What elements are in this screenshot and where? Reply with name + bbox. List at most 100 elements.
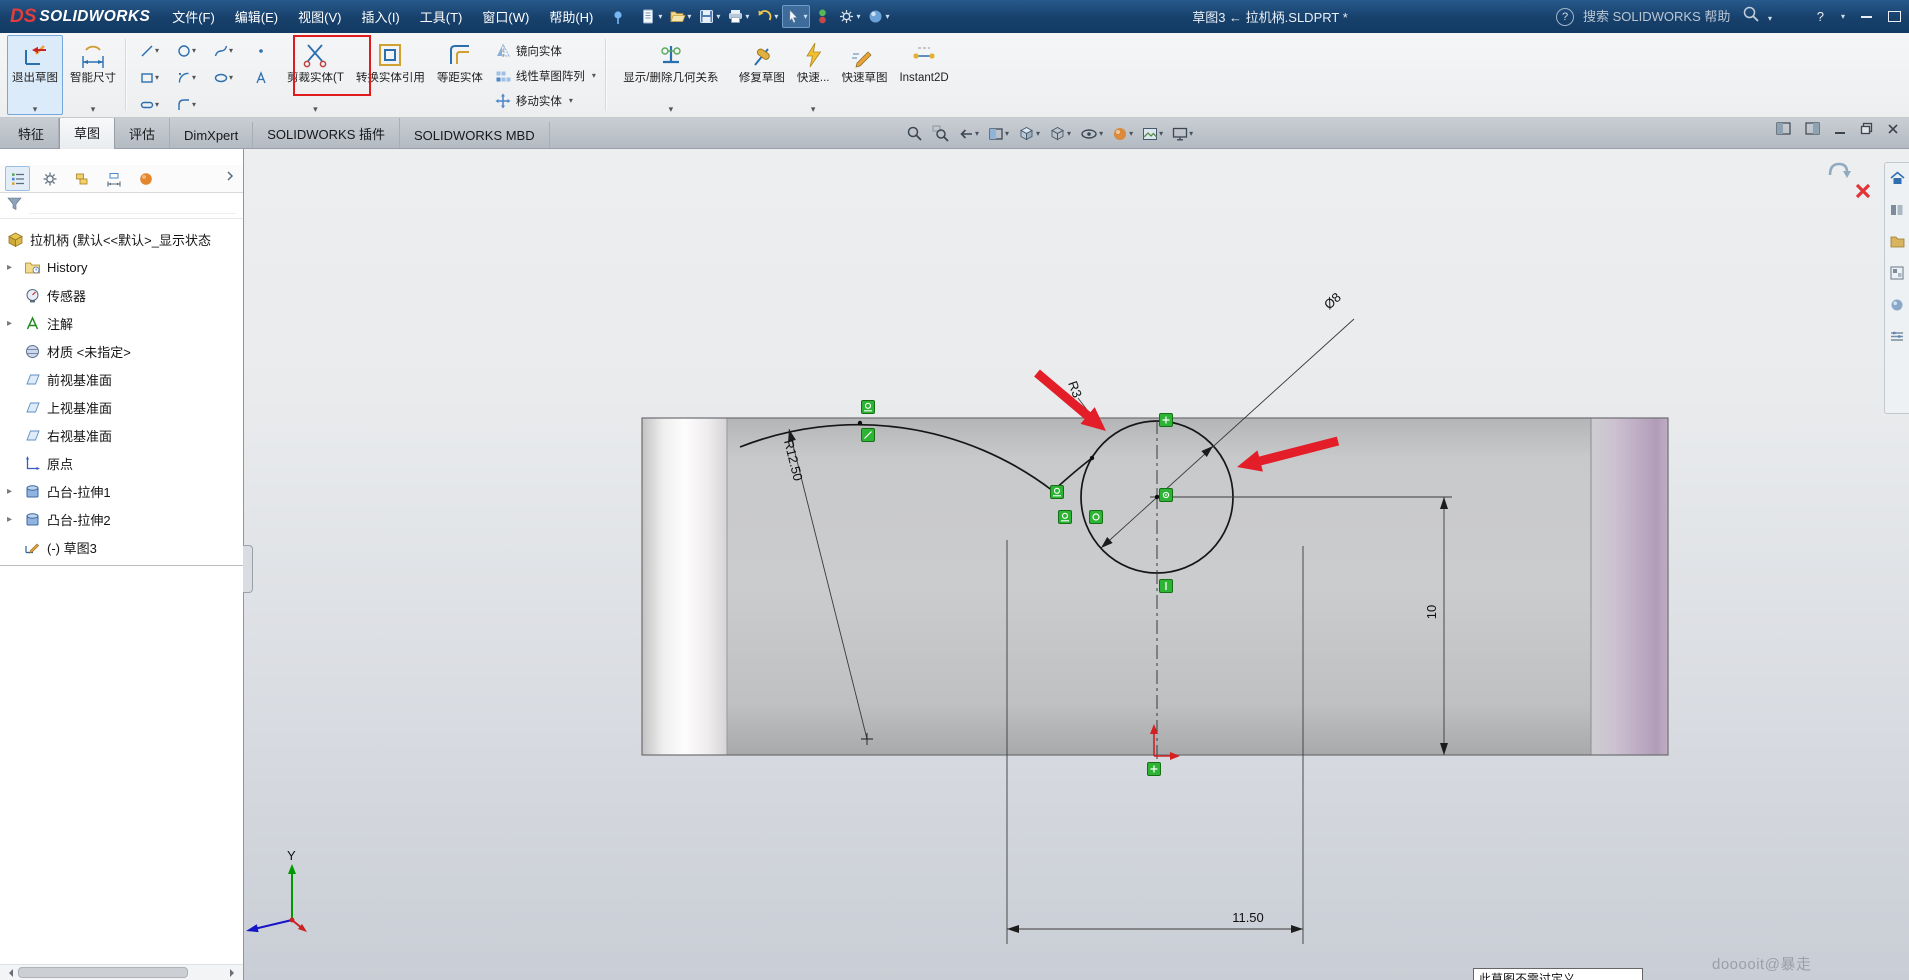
cancel-sketch-icon[interactable]	[1854, 182, 1872, 205]
featuremanager-tab[interactable]	[5, 166, 30, 191]
resources-home-icon[interactable]	[1890, 171, 1905, 190]
menu-insert[interactable]: 插入(I)	[351, 0, 409, 34]
tab-evaluate[interactable]: 评估	[115, 118, 170, 148]
previous-view-icon[interactable]	[955, 121, 982, 146]
tree-root-part[interactable]: 拉机柄 (默认<<默认>_显示状态	[0, 225, 243, 253]
linear-sketch-pattern-button[interactable]: 线性草图阵列	[495, 63, 596, 88]
exit-sketch-button[interactable]: 退出草图	[7, 35, 63, 115]
search-scope-caret[interactable]	[1767, 8, 1772, 26]
doc-restore-icon[interactable]	[1860, 122, 1873, 140]
tab-features[interactable]: 特征	[4, 118, 59, 148]
appearances-scenes-icon[interactable]	[1890, 298, 1904, 317]
panel-expand-icon[interactable]	[222, 168, 238, 189]
tile-pane-right-icon[interactable]	[1805, 122, 1820, 140]
tree-item-sketch3[interactable]: (-) 草图3	[0, 533, 243, 561]
view-orientation-icon[interactable]	[1015, 121, 1043, 146]
configurationmanager-tab[interactable]	[69, 166, 94, 191]
search-input[interactable]	[1581, 8, 1735, 25]
arc-tool-button[interactable]	[168, 64, 205, 91]
move-entities-button[interactable]: 移动实体	[495, 88, 596, 113]
spline-tool-button[interactable]	[205, 37, 242, 64]
apply-scene-icon[interactable]	[1139, 121, 1166, 146]
open-document-button[interactable]	[666, 5, 694, 28]
help-caret[interactable]	[1840, 12, 1845, 21]
display-delete-relations-button[interactable]: 显示/删除几何关系	[610, 35, 732, 115]
tree-item-boss-extrude1[interactable]: 凸台-拉伸1	[0, 477, 243, 505]
search-icon[interactable]	[1742, 5, 1760, 28]
ellipse-tool-button[interactable]	[205, 64, 242, 91]
trim-entities-button[interactable]: 剪裁实体(T	[282, 35, 349, 115]
tree-item-annotations[interactable]: 注解	[0, 309, 243, 337]
tab-sketch[interactable]: 草图	[59, 116, 115, 149]
options-button[interactable]	[835, 5, 863, 28]
text-tool-button[interactable]	[242, 64, 279, 91]
tree-item-origin[interactable]: 原点	[0, 449, 243, 477]
design-library-icon[interactable]	[1890, 203, 1904, 222]
view-palette-icon[interactable]	[1890, 266, 1904, 285]
displaymanager-tab[interactable]	[133, 166, 158, 191]
display-style-icon[interactable]	[1046, 121, 1074, 146]
appearance-button[interactable]	[864, 5, 892, 28]
slot-tool-button[interactable]	[131, 91, 168, 118]
tree-horizontal-scrollbar[interactable]	[0, 964, 243, 980]
quick-snaps-button[interactable]: 快速...	[792, 35, 835, 115]
propertymanager-tab[interactable]	[37, 166, 62, 191]
save-button[interactable]	[695, 5, 723, 28]
zoom-area-icon[interactable]	[929, 121, 952, 146]
mirror-entities-button[interactable]: 镜向实体	[495, 38, 596, 63]
tree-item-history[interactable]: History	[0, 253, 243, 281]
tab-dimxpert[interactable]: DimXpert	[170, 122, 253, 148]
convert-entities-button[interactable]: 转换实体引用	[351, 35, 430, 115]
section-view-icon[interactable]	[985, 121, 1012, 146]
tree-item-top-plane[interactable]: 上视基准面	[0, 393, 243, 421]
print-button[interactable]	[724, 5, 752, 28]
file-explorer-icon[interactable]	[1890, 235, 1905, 253]
graphics-viewport[interactable]	[0, 149, 1909, 980]
tree-item-right-plane[interactable]: 右视基准面	[0, 421, 243, 449]
instant2d-button[interactable]: Instant2D	[894, 35, 953, 115]
undo-button[interactable]	[753, 5, 781, 28]
circle-tool-button[interactable]	[168, 37, 205, 64]
tree-item-sensors[interactable]: 传感器	[0, 281, 243, 309]
tree-item-front-plane[interactable]: 前视基准面	[0, 365, 243, 393]
dimxpertmanager-tab[interactable]	[101, 166, 126, 191]
line-tool-button[interactable]	[131, 37, 168, 64]
hide-show-icon[interactable]	[1077, 121, 1106, 146]
point-tool-button[interactable]	[242, 37, 279, 64]
tab-addins[interactable]: SOLIDWORKS 插件	[253, 118, 400, 148]
edit-appearance-icon[interactable]	[1109, 121, 1136, 146]
tab-mbd[interactable]: SOLIDWORKS MBD	[400, 122, 550, 148]
exit-sketch-confirm-icon[interactable]	[1826, 171, 1852, 188]
tree-item-boss-extrude2[interactable]: 凸台-拉伸2	[0, 505, 243, 533]
menu-help[interactable]: 帮助(H)	[539, 0, 603, 34]
fillet-tool-button[interactable]	[168, 91, 205, 118]
scrollbar-thumb[interactable]	[18, 967, 188, 978]
zoom-fit-icon[interactable]	[903, 121, 926, 146]
smart-dimension-button[interactable]: 智能尺寸	[65, 35, 121, 115]
scroll-left-icon[interactable]	[5, 969, 13, 977]
rapid-sketch-button[interactable]: 快速草图	[836, 35, 892, 115]
panel-splitter-handle[interactable]	[243, 545, 253, 593]
doc-close-icon[interactable]	[1887, 122, 1899, 140]
menu-window[interactable]: 窗口(W)	[472, 0, 539, 34]
offset-entities-button[interactable]: 等距实体	[432, 35, 488, 115]
menu-pin-icon[interactable]	[611, 9, 625, 25]
doc-minimize-icon[interactable]	[1834, 122, 1846, 140]
tree-filter[interactable]	[0, 193, 243, 219]
repair-sketch-button[interactable]: 修复草图	[734, 35, 790, 115]
custom-properties-icon[interactable]	[1890, 330, 1904, 348]
menu-file[interactable]: 文件(F)	[162, 0, 225, 34]
menu-tools[interactable]: 工具(T)	[410, 0, 473, 34]
rectangle-tool-button[interactable]	[131, 64, 168, 91]
view-settings-icon[interactable]	[1169, 121, 1196, 146]
help-button[interactable]: ?	[1817, 9, 1824, 24]
rebuild-button[interactable]	[811, 5, 834, 28]
maximize-icon[interactable]	[1888, 11, 1901, 22]
menu-view[interactable]: 视图(V)	[288, 0, 351, 34]
tile-pane-left-icon[interactable]	[1776, 122, 1791, 140]
minimize-icon[interactable]	[1861, 16, 1872, 18]
new-document-button[interactable]	[637, 5, 665, 28]
select-tool-button[interactable]	[782, 5, 810, 28]
menu-edit[interactable]: 编辑(E)	[225, 0, 288, 34]
tree-item-material[interactable]: 材质 <未指定>	[0, 337, 243, 365]
